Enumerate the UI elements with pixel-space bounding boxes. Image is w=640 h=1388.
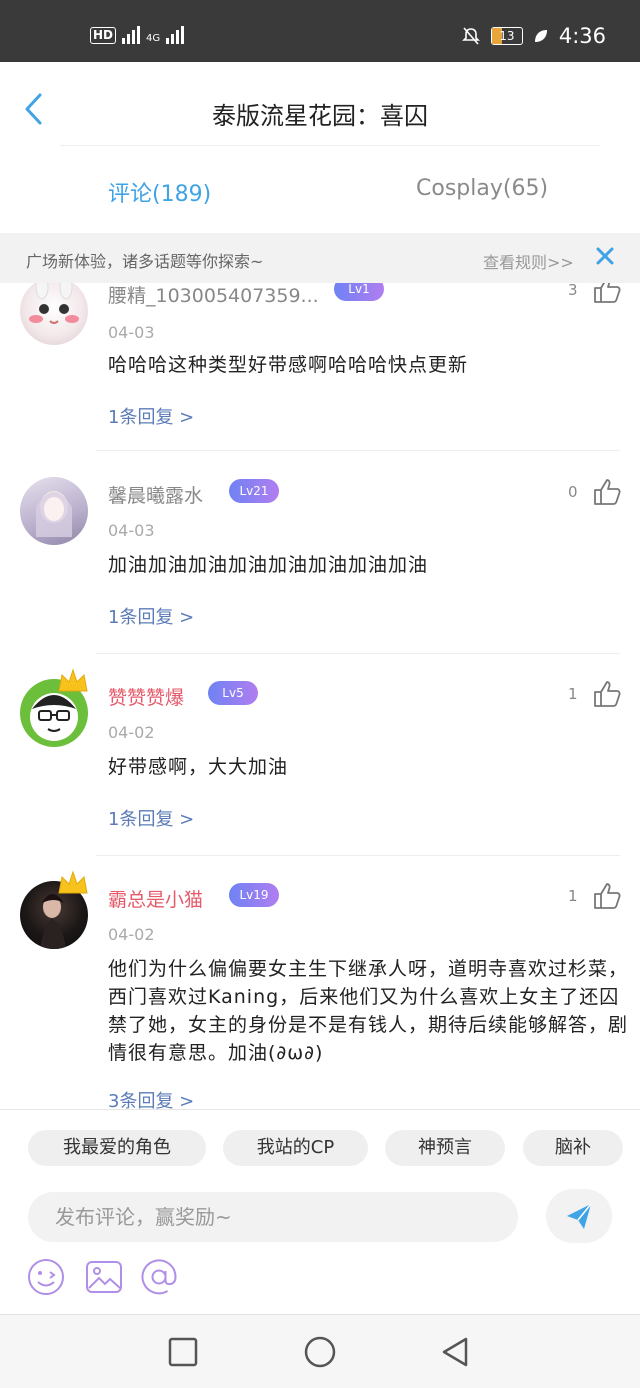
username[interactable]: 腰精_103005407359... (108, 283, 319, 308)
home-icon[interactable] (303, 1335, 337, 1369)
like-count: 3 (568, 283, 578, 299)
level-badge: Lv19 (229, 883, 279, 907)
page-header: 泰版流星花园：喜囚 (0, 62, 640, 148)
topic-chip[interactable]: 神预言 (385, 1130, 505, 1166)
comment-divider (96, 450, 620, 451)
thumbs-up-icon[interactable] (592, 283, 622, 305)
back-icon[interactable] (438, 1335, 472, 1369)
battery-icon: 13 (490, 27, 523, 45)
view-replies-link[interactable]: 1条回复 > (108, 805, 194, 831)
comment-item: 腰精_103005407359... Lv1 3 04-03 哈哈哈这种类型好带… (0, 283, 640, 457)
signal-icon (122, 24, 141, 44)
comment-date: 04-03 (108, 521, 155, 540)
comment-input[interactable] (28, 1192, 518, 1242)
network-type: 4G (146, 33, 161, 44)
page-title: 泰版流星花园：喜囚 (212, 102, 428, 130)
mute-bell-icon (461, 27, 480, 45)
topic-chip[interactable]: 脑补 (523, 1130, 623, 1166)
view-replies-link[interactable]: 1条回复 > (108, 403, 194, 429)
crown-icon (58, 870, 88, 894)
signal-icon (166, 24, 185, 44)
header-divider (60, 145, 600, 146)
comment-text: 哈哈哈这种类型好带感啊哈哈哈快点更新 (108, 354, 469, 376)
like-count: 1 (568, 685, 578, 703)
notice-bar: 广场新体验，诸多话题等你探索~ 查看规则>> (0, 233, 640, 283)
avatar[interactable] (20, 477, 88, 545)
view-rules-link[interactable]: 查看规则>> (483, 249, 574, 273)
comment-list[interactable]: 腰精_103005407359... Lv1 3 04-03 哈哈哈这种类型好带… (0, 283, 640, 1109)
tab-cosplay[interactable]: Cosplay(65) (416, 176, 548, 201)
username[interactable]: 馨晨曦露水 (108, 481, 203, 508)
comment-divider (96, 855, 620, 856)
comment-date: 04-02 (108, 723, 155, 742)
image-icon[interactable] (84, 1257, 124, 1297)
recent-apps-icon[interactable] (166, 1335, 200, 1369)
send-button[interactable] (546, 1189, 612, 1243)
topic-chip[interactable]: 我站的CP (223, 1130, 368, 1166)
network-indicators: HD 4G (90, 24, 185, 44)
close-icon[interactable] (594, 245, 616, 267)
thumbs-up-icon[interactable] (592, 477, 622, 507)
like-count: 1 (568, 887, 578, 905)
paper-plane-icon (567, 1203, 592, 1229)
emoji-icon[interactable] (26, 1257, 66, 1297)
comment-text: 加油加油加油加油加油加油加油加油 (108, 554, 429, 576)
username[interactable]: 霸总是小猫 (108, 885, 203, 912)
status-bar: HD 4G 13 4:36 (0, 0, 640, 62)
leaf-icon (534, 30, 547, 42)
system-nav-bar (0, 1314, 640, 1388)
like-count: 0 (568, 483, 578, 501)
comment-text: 好带感啊，大大加油 (108, 756, 289, 778)
topic-chip[interactable]: 我最爱的角色 (28, 1130, 206, 1166)
level-badge: Lv1 (334, 283, 384, 301)
comment-item: 赞赞赞爆 Lv5 1 04-02 好带感啊，大大加油 1条回复 > (0, 661, 640, 861)
level-badge: Lv21 (229, 479, 279, 503)
username[interactable]: 赞赞赞爆 (108, 683, 184, 710)
crown-icon (58, 668, 88, 692)
mention-icon[interactable] (139, 1257, 179, 1297)
avatar[interactable] (20, 283, 88, 345)
comment-date: 04-02 (108, 925, 155, 944)
comment-text: 他们为什么偏偏要女主生下继承人呀，道明寺喜欢过杉菜，西门喜欢过Kaning，后来… (108, 958, 629, 1064)
hd-badge: HD (90, 27, 117, 44)
comment-item: 霸总是小猫 Lv19 1 04-02 他们为什么偏偏要女主生下继承人呀，道明寺喜… (0, 863, 640, 1109)
comment-item: 馨晨曦露水 Lv21 0 04-03 加油加油加油加油加油加油加油加油 1条回复… (0, 459, 640, 659)
clock: 4:36 (558, 24, 606, 48)
comment-divider (96, 653, 620, 654)
thumbs-up-icon[interactable] (592, 679, 622, 709)
comment-date: 04-03 (108, 323, 155, 342)
thumbs-up-icon[interactable] (592, 881, 622, 911)
notice-text: 广场新体验，诸多话题等你探索~ (26, 252, 264, 271)
view-replies-link[interactable]: 1条回复 > (108, 603, 194, 629)
level-badge: Lv5 (208, 681, 258, 705)
tab-comments[interactable]: 评论(189) (108, 176, 211, 208)
comment-composer: 我最爱的角色 我站的CP 神预言 脑补 (0, 1109, 640, 1315)
view-replies-link[interactable]: 3条回复 > (108, 1087, 194, 1109)
